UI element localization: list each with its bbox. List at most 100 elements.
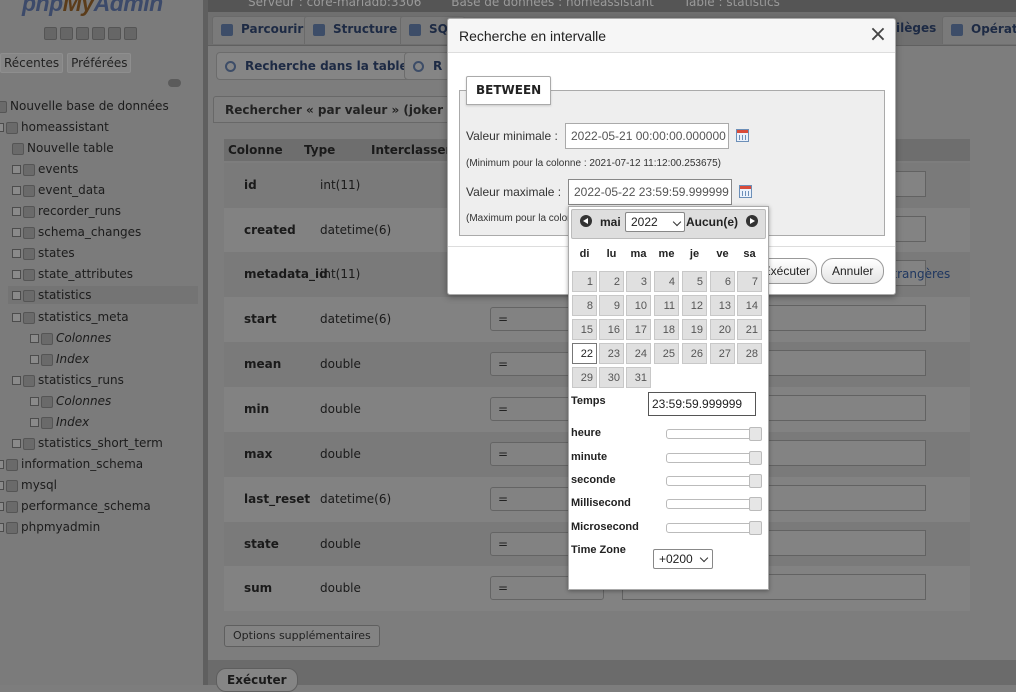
day-cell[interactable]: 15 [572, 319, 597, 340]
max-value-input[interactable]: 2022-05-22 23:59:59.999999 [568, 179, 732, 205]
logout-icon[interactable] [60, 27, 73, 40]
day-cell[interactable]: 16 [599, 319, 624, 340]
reload-icon[interactable] [124, 27, 137, 40]
hour-slider-handle[interactable] [749, 427, 762, 441]
day-cell[interactable]: 23 [599, 343, 624, 364]
tab-privileges[interactable]: ilèges [896, 16, 936, 44]
link-icon[interactable] [168, 79, 181, 87]
day-cell[interactable]: 21 [737, 319, 762, 340]
day-cell[interactable]: 4 [654, 271, 679, 292]
help-icon[interactable] [76, 27, 89, 40]
day-cell[interactable]: 10 [626, 295, 651, 316]
day-cell[interactable]: 29 [572, 367, 597, 388]
home-icon[interactable] [44, 27, 57, 40]
min-value-input[interactable]: 2022-05-21 00:00:00.000000 [565, 123, 729, 149]
day-cell[interactable]: 7 [737, 271, 762, 292]
calendar-icon[interactable] [736, 129, 749, 142]
expand-icon[interactable] [0, 123, 4, 132]
tree-item[interactable]: schema_changes [12, 223, 141, 241]
day-cell[interactable]: 13 [710, 295, 735, 316]
tree-item[interactable]: statistics_meta [12, 308, 129, 326]
expand-icon[interactable] [12, 228, 21, 237]
timezone-select[interactable]: +0200 [653, 549, 713, 569]
tab-recent[interactable]: Récentes [0, 53, 64, 73]
next-month-icon[interactable] [746, 215, 758, 227]
expand-icon[interactable] [0, 523, 4, 532]
breadcrumb-server[interactable]: Serveur : core-mariadb:3306 [248, 0, 421, 9]
tree-item[interactable]: recorder_runs [12, 202, 121, 220]
tree-item[interactable]: mysql [0, 476, 57, 494]
tab-structure[interactable]: Structure [304, 16, 407, 44]
expand-icon[interactable] [0, 460, 4, 469]
more-options-button[interactable]: Options supplémentaires [224, 625, 380, 647]
tab-operations[interactable]: Opérati [942, 16, 1016, 44]
calendar-icon[interactable] [739, 185, 752, 198]
tree-item[interactable]: events [12, 160, 78, 178]
tree-item[interactable]: phpmyadmin [0, 518, 100, 536]
day-cell[interactable]: 18 [654, 319, 679, 340]
day-cell[interactable]: 2 [599, 271, 624, 292]
day-cell[interactable]: 3 [626, 271, 651, 292]
tree-item[interactable]: Colonnes [30, 392, 111, 410]
day-cell[interactable]: 1 [572, 271, 597, 292]
day-cell[interactable]: 30 [599, 367, 624, 388]
expand-icon[interactable] [30, 334, 39, 343]
expand-icon[interactable] [12, 249, 21, 258]
day-cell[interactable]: 6 [710, 271, 735, 292]
year-select[interactable]: 2022 [625, 212, 685, 232]
close-icon[interactable]: × [868, 24, 888, 46]
table-search-button[interactable]: Recherche dans la table [216, 52, 417, 80]
expand-icon[interactable] [12, 270, 21, 279]
day-cell[interactable]: 17 [626, 319, 651, 340]
tree-item[interactable]: statistics_short_term [12, 434, 163, 452]
microsecond-slider-handle[interactable] [749, 521, 762, 535]
second-slider[interactable] [666, 474, 762, 488]
day-cell[interactable]: 20 [710, 319, 735, 340]
day-cell[interactable]: 19 [682, 319, 707, 340]
tree-item[interactable]: states [12, 244, 75, 262]
expand-icon[interactable] [12, 439, 21, 448]
expand-icon[interactable] [12, 291, 21, 300]
tree-item[interactable]: homeassistant [0, 118, 109, 136]
execute-search-button[interactable]: Exécuter [216, 668, 298, 692]
day-cell[interactable]: 5 [682, 271, 707, 292]
millisecond-slider[interactable] [666, 497, 762, 511]
millisecond-slider-handle[interactable] [749, 497, 762, 511]
second-slider-handle[interactable] [749, 474, 762, 488]
day-cell[interactable]: 27 [710, 343, 735, 364]
minute-slider[interactable] [666, 451, 762, 465]
day-cell[interactable]: 25 [654, 343, 679, 364]
minute-slider-handle[interactable] [749, 451, 762, 465]
expand-icon[interactable] [0, 481, 4, 490]
hour-slider[interactable] [666, 427, 762, 441]
clear-date-button[interactable]: Aucun(e) [686, 215, 738, 229]
tree-item[interactable]: Index [30, 350, 89, 368]
expand-icon[interactable] [30, 418, 39, 427]
dialog-cancel-button[interactable]: Annuler [821, 258, 885, 284]
tree-item[interactable]: Nouvelle base de données [0, 97, 169, 115]
tree-item[interactable]: statistics_runs [12, 371, 124, 389]
breadcrumb-table[interactable]: Table : statistics [684, 0, 780, 9]
tree-item[interactable]: statistics [8, 286, 198, 304]
tree-item[interactable]: event_data [12, 181, 105, 199]
day-cell[interactable]: 26 [682, 343, 707, 364]
tree-item[interactable]: Nouvelle table [12, 139, 114, 157]
expand-icon[interactable] [12, 165, 21, 174]
day-cell[interactable]: 24 [626, 343, 651, 364]
docs-icon[interactable] [92, 27, 105, 40]
day-cell[interactable]: 11 [654, 295, 679, 316]
phpmyadmin-logo[interactable]: phpMyAdmin [22, 0, 163, 17]
day-cell[interactable]: 8 [572, 295, 597, 316]
tree-item[interactable]: information_schema [0, 455, 143, 473]
expand-icon[interactable] [12, 207, 21, 216]
expand-icon[interactable] [30, 355, 39, 364]
breadcrumb-database[interactable]: Base de données : homeassistant [451, 0, 654, 9]
microsecond-slider[interactable] [666, 521, 762, 535]
day-cell[interactable]: 14 [737, 295, 762, 316]
tree-item[interactable]: state_attributes [12, 265, 133, 283]
time-input[interactable]: 23:59:59.999999 [648, 392, 756, 416]
selected-day[interactable]: 22 [572, 343, 597, 364]
tree-item[interactable]: performance_schema [0, 497, 151, 515]
expand-icon[interactable] [0, 502, 4, 511]
expand-icon[interactable] [12, 313, 21, 322]
